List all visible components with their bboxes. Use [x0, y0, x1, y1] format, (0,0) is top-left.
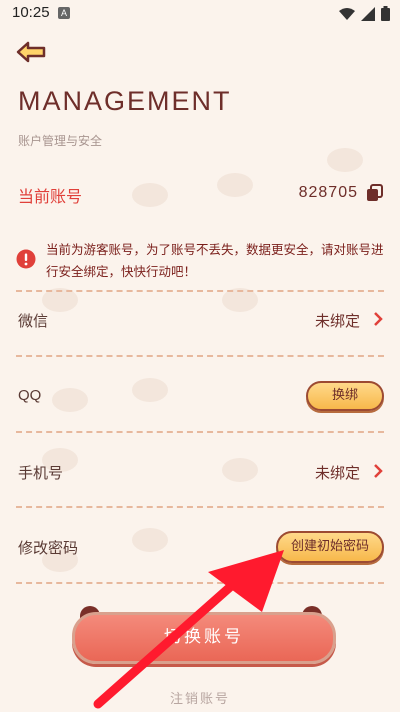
divider	[16, 431, 384, 433]
wechat-bind-status[interactable]: 未绑定	[315, 310, 360, 331]
qq-label: QQ	[18, 387, 42, 404]
phone-bind-status[interactable]: 未绑定	[315, 462, 360, 483]
divider	[16, 506, 384, 508]
phone-label: 手机号	[18, 464, 64, 482]
page-subtitle: 账户管理与安全	[18, 134, 103, 148]
notification-icon: A	[58, 7, 70, 19]
status-bar: 10:25 A	[0, 0, 400, 28]
page-title: MANAGEMENT	[18, 86, 232, 116]
warning-icon	[16, 249, 36, 269]
copy-icon[interactable]	[366, 184, 384, 202]
battery-icon	[381, 6, 390, 21]
back-arrow-icon[interactable]	[14, 38, 50, 66]
chevron-right-icon[interactable]	[372, 311, 384, 327]
guest-warning-text: 当前为游客账号，为了账号不丢失，数据更安全，请对账号进行安全绑定，快快行动吧！	[46, 242, 384, 279]
status-time: 10:25	[12, 4, 50, 21]
create-password-button[interactable]: 创建初始密码	[276, 531, 384, 563]
wechat-label: 微信	[18, 312, 49, 330]
divider	[16, 582, 384, 584]
qq-rebind-button[interactable]: 换绑	[306, 381, 384, 411]
change-password-label: 修改密码	[18, 539, 79, 557]
signal-icon	[361, 6, 375, 21]
divider	[16, 290, 384, 292]
wifi-icon	[339, 7, 355, 20]
chevron-right-icon[interactable]	[372, 463, 384, 479]
account-id: 828705	[298, 184, 358, 201]
switch-account-button[interactable]: 切换账号	[72, 612, 336, 664]
divider	[16, 355, 384, 357]
current-account-label: 当前账号	[18, 187, 83, 206]
cancel-account-link[interactable]: 注销账号	[0, 688, 400, 707]
